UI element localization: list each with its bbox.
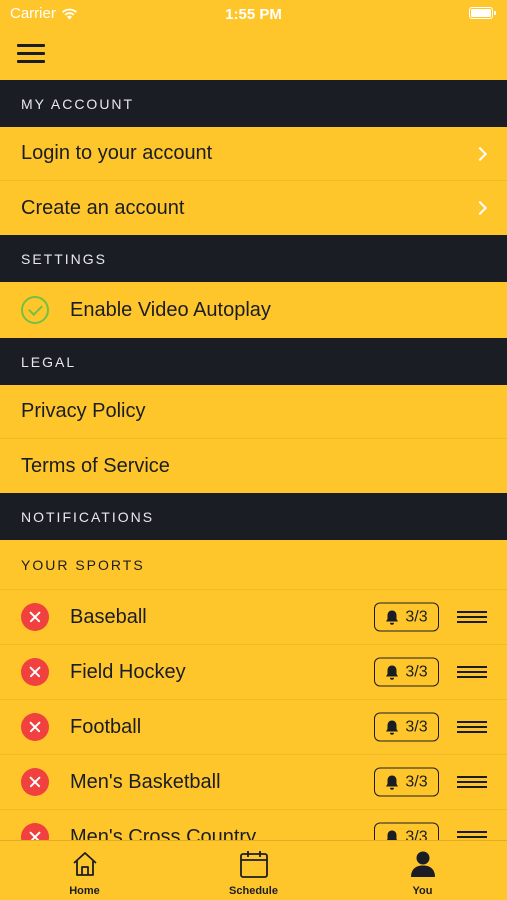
drag-handle-icon[interactable] xyxy=(457,831,487,840)
privacy-policy-label: Privacy Policy xyxy=(21,400,146,422)
alert-count: 3/3 xyxy=(405,663,428,680)
tab-schedule-label: Schedule xyxy=(229,885,278,897)
chevron-right-icon xyxy=(472,200,488,216)
person-icon xyxy=(410,849,436,879)
alert-count-button[interactable]: 3/3 xyxy=(374,657,439,687)
status-time: 1:55 PM xyxy=(225,5,282,23)
remove-sport-icon[interactable] xyxy=(21,768,49,796)
your-sports-header: YOUR SPORTS xyxy=(0,540,507,590)
video-autoplay-label: Enable Video Autoplay xyxy=(70,298,271,321)
wifi-icon xyxy=(61,8,77,19)
remove-sport-icon[interactable] xyxy=(21,658,49,686)
video-autoplay-row[interactable]: Enable Video Autoplay xyxy=(0,282,507,338)
sports-list: Baseball 3/3 Field Hockey 3/3 Football 3/3 Men… xyxy=(0,590,507,840)
drag-handle-icon[interactable] xyxy=(457,776,487,788)
sport-name: Men's Cross Country xyxy=(70,825,257,841)
tab-you[interactable]: You xyxy=(338,841,507,900)
nav-bar xyxy=(0,28,507,80)
alert-count-button[interactable]: 3/3 xyxy=(374,767,439,797)
sport-row[interactable]: Men's Basketball 3/3 xyxy=(0,755,507,810)
battery-icon xyxy=(469,7,496,19)
drag-handle-icon[interactable] xyxy=(457,666,487,678)
status-bar: Carrier 1:55 PM xyxy=(0,0,507,28)
checkmark-icon[interactable] xyxy=(21,296,49,324)
alert-count-button[interactable]: 3/3 xyxy=(374,602,439,632)
login-row[interactable]: Login to your account xyxy=(0,127,507,181)
bell-icon xyxy=(385,664,399,680)
drag-handle-icon[interactable] xyxy=(457,611,487,623)
drag-handle-icon[interactable] xyxy=(457,721,487,733)
sport-row[interactable]: Football 3/3 xyxy=(0,700,507,755)
calendar-icon xyxy=(239,849,269,879)
bell-icon xyxy=(385,774,399,790)
remove-sport-icon[interactable] xyxy=(21,823,49,840)
privacy-policy-row[interactable]: Privacy Policy xyxy=(0,385,507,439)
login-label: Login to your account xyxy=(21,142,213,164)
chevron-right-icon xyxy=(472,146,488,161)
sport-row[interactable]: Field Hockey 3/3 xyxy=(0,645,507,700)
alert-count: 3/3 xyxy=(405,828,428,840)
alert-count-button[interactable]: 3/3 xyxy=(374,712,439,742)
create-account-label: Create an account xyxy=(21,196,185,219)
tab-home[interactable]: Home xyxy=(0,841,169,900)
tab-you-label: You xyxy=(412,885,433,897)
status-left: Carrier xyxy=(10,5,78,22)
alert-count: 3/3 xyxy=(405,718,428,735)
carrier-label: Carrier xyxy=(10,5,56,22)
bell-icon xyxy=(385,719,399,735)
sport-name: Baseball xyxy=(70,605,147,628)
section-header-settings: SETTINGS xyxy=(0,235,507,282)
tab-bar: Home Schedule You xyxy=(0,840,507,900)
remove-sport-icon[interactable] xyxy=(21,603,49,631)
sport-row[interactable]: Men's Cross Country 3/3 xyxy=(0,810,507,840)
sport-name: Field Hockey xyxy=(70,660,186,683)
section-header-notifications: NOTIFICATIONS xyxy=(0,493,507,540)
sport-name: Men's Basketball xyxy=(70,770,221,793)
section-header-my-account: MY ACCOUNT xyxy=(0,80,507,127)
bell-icon xyxy=(385,609,399,625)
terms-of-service-label: Terms of Service xyxy=(21,454,170,477)
alert-count: 3/3 xyxy=(405,608,428,625)
home-icon xyxy=(71,849,99,879)
terms-of-service-row[interactable]: Terms of Service xyxy=(0,439,507,493)
section-header-legal: LEGAL xyxy=(0,338,507,385)
tab-home-label: Home xyxy=(69,885,100,897)
sport-row[interactable]: Baseball 3/3 xyxy=(0,590,507,645)
remove-sport-icon[interactable] xyxy=(21,713,49,741)
bell-icon xyxy=(385,829,399,840)
settings-list: MY ACCOUNT Login to your account Create … xyxy=(0,80,507,840)
alert-count: 3/3 xyxy=(405,773,428,790)
alert-count-button[interactable]: 3/3 xyxy=(374,822,439,840)
create-account-row[interactable]: Create an account xyxy=(0,181,507,235)
tab-schedule[interactable]: Schedule xyxy=(169,841,338,900)
sport-name: Football xyxy=(70,715,142,738)
menu-icon[interactable] xyxy=(17,44,45,64)
